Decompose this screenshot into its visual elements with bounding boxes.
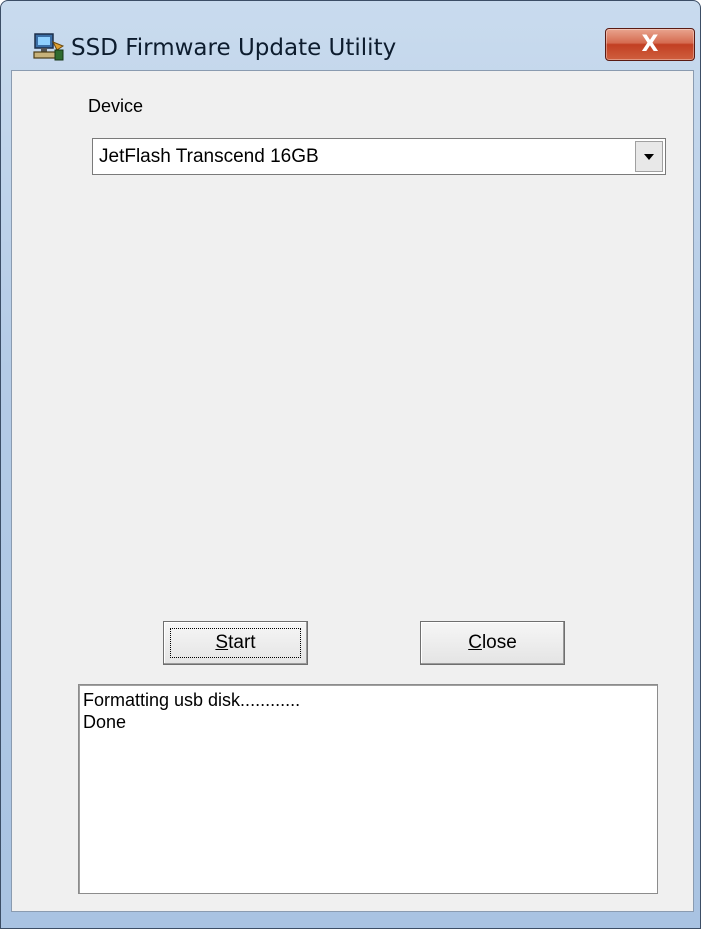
device-label: Device xyxy=(88,96,144,116)
window-title: SSD Firmware Update Utility xyxy=(71,35,397,61)
status-log[interactable]: Formatting usb disk............ Done xyxy=(78,684,658,894)
close-button-label: Close xyxy=(468,632,517,653)
focus-rectangle xyxy=(170,628,301,658)
close-icon: X xyxy=(641,32,659,57)
log-line: Formatting usb disk............ xyxy=(83,690,301,710)
device-select[interactable]: JetFlash Transcend 16GB xyxy=(92,138,666,175)
device-select-value: JetFlash Transcend 16GB xyxy=(99,146,319,167)
close-button[interactable]: Close xyxy=(420,621,565,665)
chevron-down-icon[interactable] xyxy=(635,141,663,172)
computer-icon xyxy=(31,32,65,62)
start-button[interactable]: Start xyxy=(163,621,308,665)
log-line: Done xyxy=(83,712,127,732)
window-close-button[interactable]: X xyxy=(605,28,695,61)
title-bar[interactable]: SSD Firmware Update Utility X xyxy=(1,1,700,61)
